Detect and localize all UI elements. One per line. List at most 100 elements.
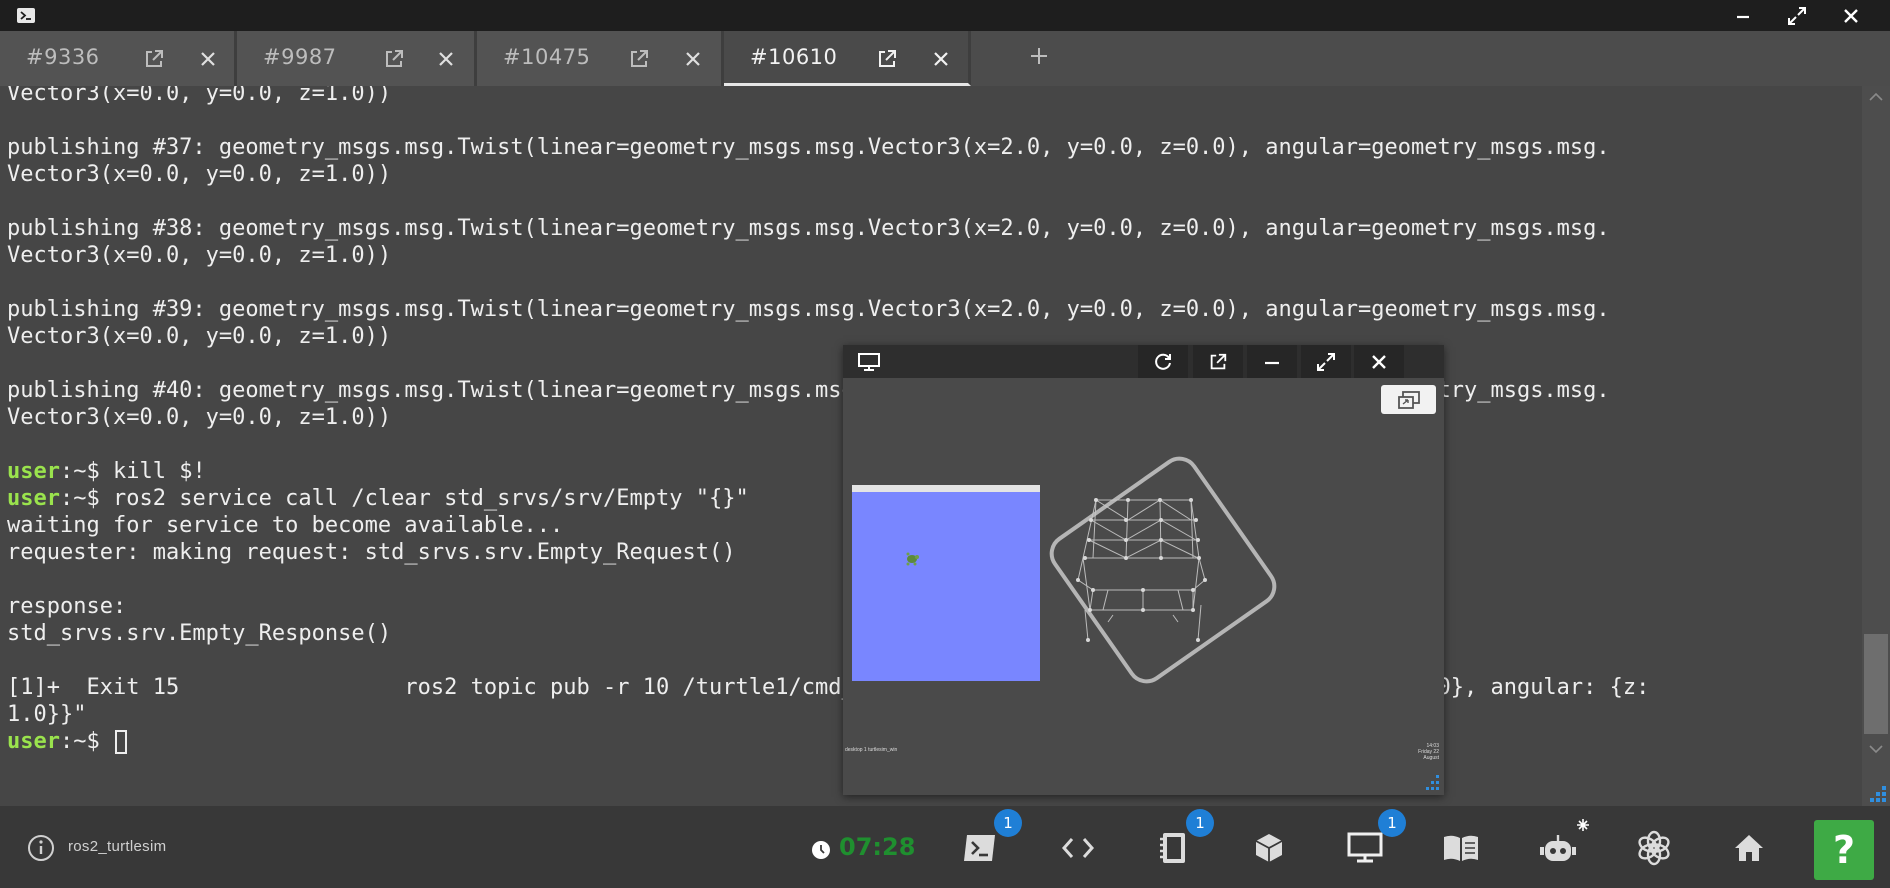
minimize-window-button[interactable]	[1720, 0, 1766, 31]
close-tab-icon[interactable]	[682, 48, 704, 70]
terminal-scrollbar[interactable]	[1862, 86, 1890, 806]
terminal-line: publishing #38: geometry_msgs.msg.Twist(…	[7, 215, 1610, 242]
terminal-text: Vector3(x=0.0, y=0.0, z=1.0))	[7, 324, 392, 349]
terminal-button[interactable]	[961, 828, 1001, 868]
open-external-icon[interactable]	[383, 48, 405, 70]
terminal-text: std_srvs.srv.Empty_Response()	[7, 621, 392, 646]
terminal-line: Vector3(x=0.0, y=0.0, z=1.0))	[7, 161, 391, 188]
open-external-icon[interactable]	[628, 48, 650, 70]
ai-assistant-button[interactable]	[1538, 828, 1578, 868]
terminal-line: user:~$	[7, 728, 127, 755]
screen-mode-button[interactable]	[1381, 385, 1436, 414]
reload-button[interactable]	[1138, 345, 1188, 378]
tab-10475[interactable]: #10475	[477, 31, 724, 86]
terminal-line: std_srvs.srv.Empty_Response()	[7, 620, 391, 647]
info-icon[interactable]	[27, 834, 55, 862]
minimize-button[interactable]	[1247, 345, 1297, 378]
help-button[interactable]: ?	[1814, 820, 1874, 880]
scroll-up-icon[interactable]	[1869, 92, 1883, 102]
terminal-line: requester: making request: std_srvs.srv.…	[7, 539, 735, 566]
turtle-icon	[906, 552, 919, 566]
remote-clock: 14:03 Friday 22 August	[1403, 743, 1439, 761]
sparkle-icon	[1577, 819, 1589, 831]
turtlesim-titlebar	[852, 485, 1040, 492]
tab-9336[interactable]: #9336	[0, 31, 237, 86]
terminal-line: publishing #37: geometry_msgs.msg.Twist(…	[7, 134, 1610, 161]
prompt-user: user	[7, 486, 60, 511]
tab-label: #10610	[750, 45, 838, 69]
notebook-button[interactable]	[1153, 828, 1193, 868]
scroll-thumb[interactable]	[1864, 634, 1888, 734]
robot-icon	[1540, 835, 1576, 861]
open-external-icon	[1210, 353, 1227, 369]
terminal-line: Vector3(x=0.0, y=0.0, z=1.0))	[7, 404, 391, 431]
prompt-separator: :~$	[59, 459, 113, 484]
3d-view-button[interactable]	[1249, 828, 1289, 868]
close-button[interactable]	[1354, 345, 1404, 378]
home-button[interactable]	[1729, 828, 1769, 868]
terminal-text: ros2 service call /clear std_srvs/srv/Em…	[112, 486, 749, 511]
tab-label: #10475	[503, 45, 591, 69]
scroll-down-icon[interactable]	[1869, 744, 1883, 754]
open-external-button[interactable]	[1193, 345, 1243, 378]
window-restore-icon	[1397, 390, 1420, 409]
prompt-user: user	[7, 459, 60, 484]
prompt-separator: :~$	[59, 486, 113, 511]
docs-button[interactable]	[1441, 828, 1481, 868]
close-icon	[1844, 8, 1858, 23]
terminal-line: 1.0}}"	[7, 701, 86, 728]
close-icon	[1372, 354, 1386, 369]
terminal-text: publishing #38: geometry_msgs.msg.Twist(…	[7, 216, 1610, 241]
terminal-text: requester: making request: std_srvs.srv.…	[7, 540, 736, 565]
minimize-icon	[1737, 15, 1749, 18]
monitor-icon	[1347, 832, 1383, 863]
close-window-button[interactable]	[1828, 0, 1874, 31]
tab-9987[interactable]: #9987	[237, 31, 477, 86]
close-tab-icon[interactable]	[930, 48, 952, 70]
terminal-text: kill $!	[112, 459, 206, 484]
prompt-separator: :~$	[59, 729, 113, 754]
terminal-text: Vector3(x=0.0, y=0.0, z=1.0))	[7, 86, 392, 106]
terminal-text: 1.0}}"	[7, 702, 87, 727]
maximize-button[interactable]	[1301, 345, 1351, 378]
close-tab-icon[interactable]	[435, 48, 457, 70]
openai-icon	[1638, 830, 1670, 866]
terminal-line: user:~$ kill $!	[7, 458, 206, 485]
cube-icon	[1255, 834, 1283, 862]
window-titlebar	[0, 0, 1890, 31]
terminal-line: response:	[7, 593, 126, 620]
monitor-icon	[858, 353, 880, 371]
clock-icon	[812, 841, 830, 859]
terminal-text: Vector3(x=0.0, y=0.0, z=1.0))	[7, 162, 392, 187]
remote-desktop-window[interactable]: desktop 1 turtlesim_win 14:03 Friday 22 …	[843, 345, 1444, 795]
open-external-icon[interactable]	[143, 48, 165, 70]
openai-button[interactable]	[1634, 828, 1674, 868]
tab-bar: #9336 #9987 #10475 #10610	[0, 31, 1890, 86]
terminal-text: waiting for service to become available.…	[7, 513, 564, 538]
remote-taskbar[interactable]: desktop 1 turtlesim_win	[845, 747, 955, 757]
tab-10610[interactable]: #10610	[724, 31, 971, 86]
terminal-badge: 1	[994, 809, 1022, 837]
remote-desktop-toolbar	[843, 345, 1444, 378]
code-editor-button[interactable]	[1058, 828, 1098, 868]
tab-label: #9336	[26, 45, 100, 69]
terminal-icon	[964, 835, 995, 861]
session-timer: 07:28	[839, 833, 916, 861]
terminal-line: Vector3(x=0.0, y=0.0, z=1.0))	[7, 323, 391, 350]
turtlesim-window[interactable]	[852, 485, 1040, 681]
add-tab-button[interactable]	[1026, 43, 1052, 69]
maximize-window-button[interactable]	[1774, 0, 1820, 31]
terminal-text: response:	[7, 594, 127, 619]
terminal-text: Vector3(x=0.0, y=0.0, z=1.0))	[7, 243, 392, 268]
desktop-button[interactable]	[1345, 828, 1385, 868]
terminal-text: publishing #37: geometry_msgs.msg.Twist(…	[7, 135, 1610, 160]
resize-grip-icon[interactable]	[1864, 780, 1888, 804]
vnc-resize-grip-icon[interactable]	[1421, 772, 1441, 792]
terminal-line: Vector3(x=0.0, y=0.0, z=1.0))	[7, 86, 391, 107]
terminal-line: user:~$ ros2 service call /clear std_srv…	[7, 485, 749, 512]
home-icon	[1735, 835, 1763, 861]
terminal-cursor	[114, 730, 127, 754]
close-tab-icon[interactable]	[197, 48, 219, 70]
open-external-icon[interactable]	[876, 48, 898, 70]
terminal-text: publishing #39: geometry_msgs.msg.Twist(…	[7, 297, 1610, 322]
